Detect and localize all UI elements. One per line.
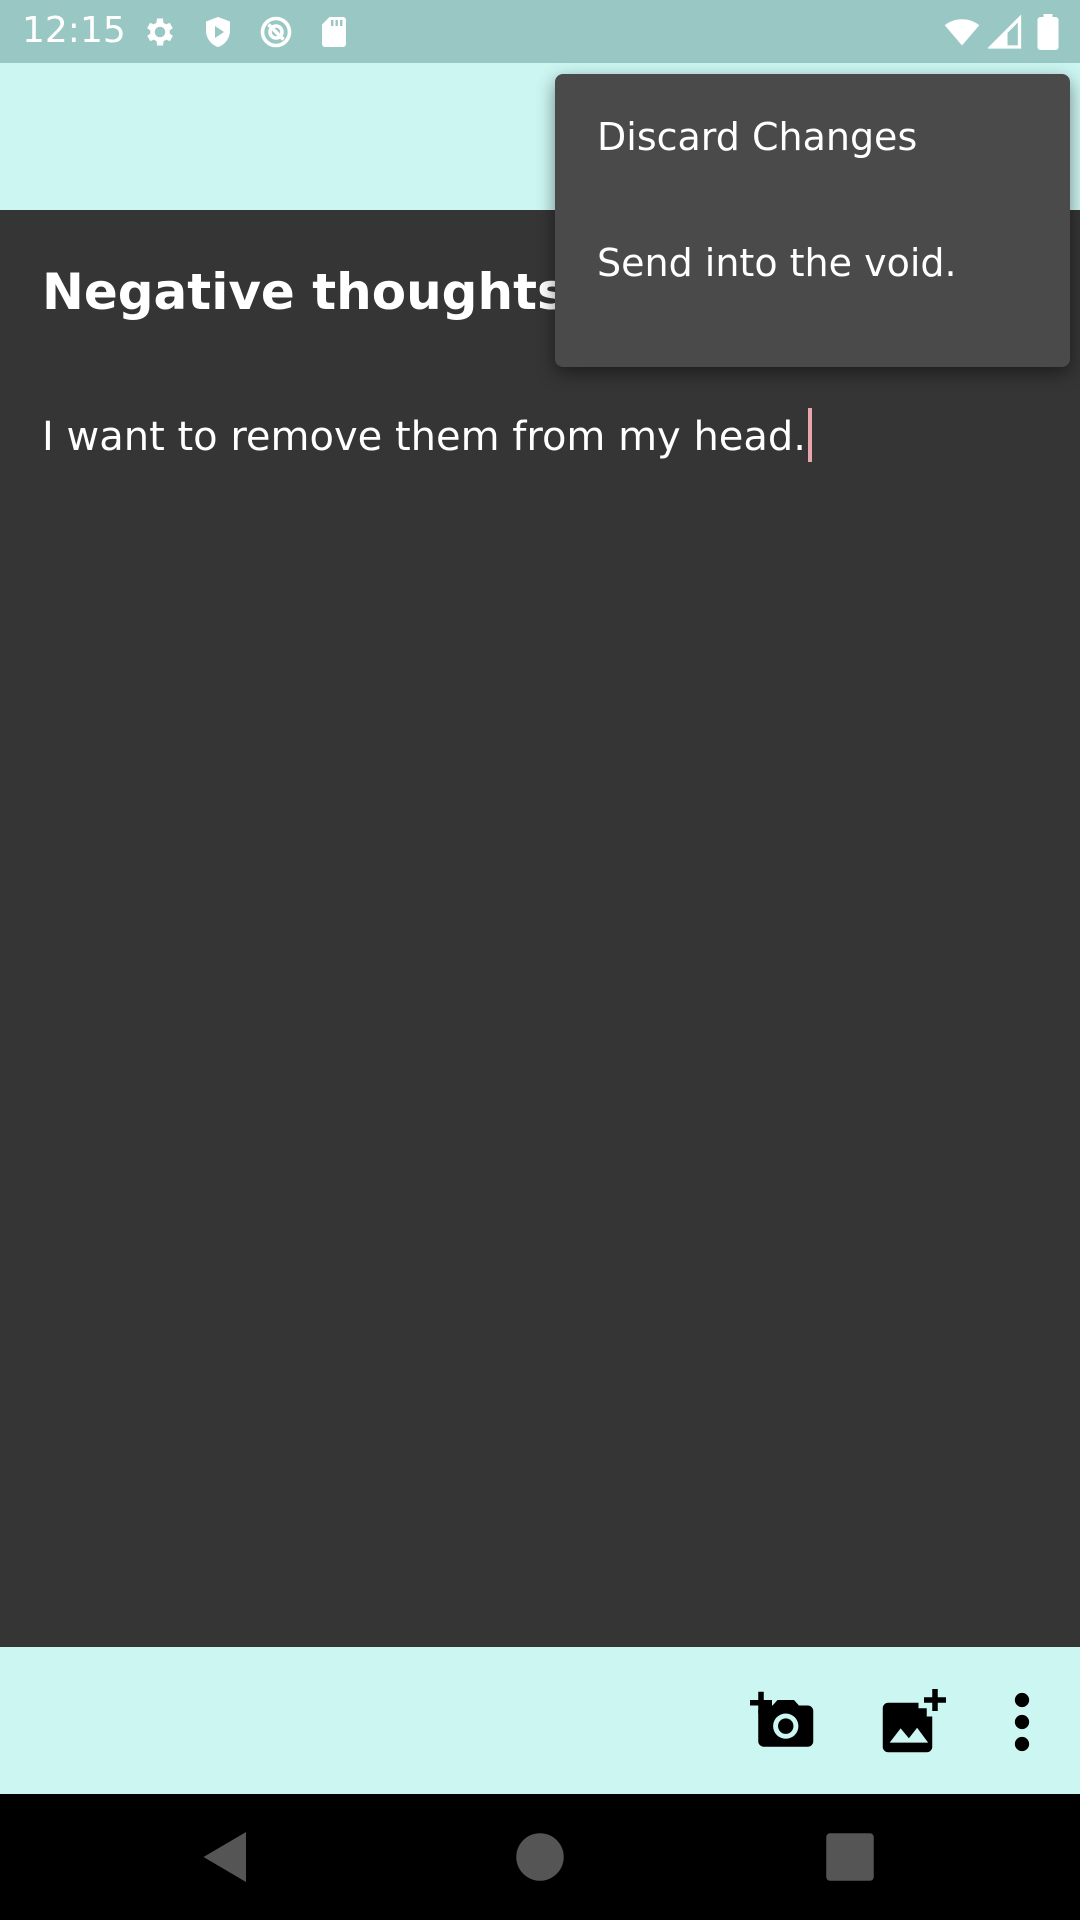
battery-icon (1034, 14, 1062, 50)
note-body-text: I want to remove them from my head. (42, 414, 807, 460)
menu-item-discard-changes[interactable]: Discard Changes (555, 74, 1070, 200)
at-sign-icon (258, 14, 294, 50)
wifi-icon (942, 14, 982, 50)
shield-play-icon (200, 14, 236, 50)
recents-square-icon[interactable] (820, 1827, 880, 1887)
gear-icon (142, 14, 178, 50)
note-body-field[interactable]: I want to remove them from my head. (42, 408, 1042, 465)
sd-card-icon (316, 14, 352, 50)
overflow-menu: Discard Changes Send into the void. (555, 74, 1070, 367)
home-circle-icon[interactable] (510, 1827, 570, 1887)
status-bar: 12:15 (0, 0, 1080, 63)
more-vert-icon[interactable] (1000, 1689, 1044, 1755)
status-time: 12:15 (22, 10, 126, 51)
system-nav-bar (0, 1794, 1080, 1920)
note-editor-screen: 12:15 Negative thoughts I want to remove… (0, 0, 1080, 1920)
text-cursor (808, 408, 813, 462)
note-editor[interactable]: Negative thoughts I want to remove them … (0, 210, 1080, 1647)
back-triangle-icon[interactable] (196, 1827, 256, 1887)
signal-icon (988, 14, 1024, 50)
menu-item-send-into-void[interactable]: Send into the void. (555, 200, 1070, 326)
add-image-icon[interactable] (880, 1689, 946, 1755)
bottom-action-bar (0, 1647, 1080, 1794)
add-camera-icon[interactable] (750, 1689, 816, 1755)
